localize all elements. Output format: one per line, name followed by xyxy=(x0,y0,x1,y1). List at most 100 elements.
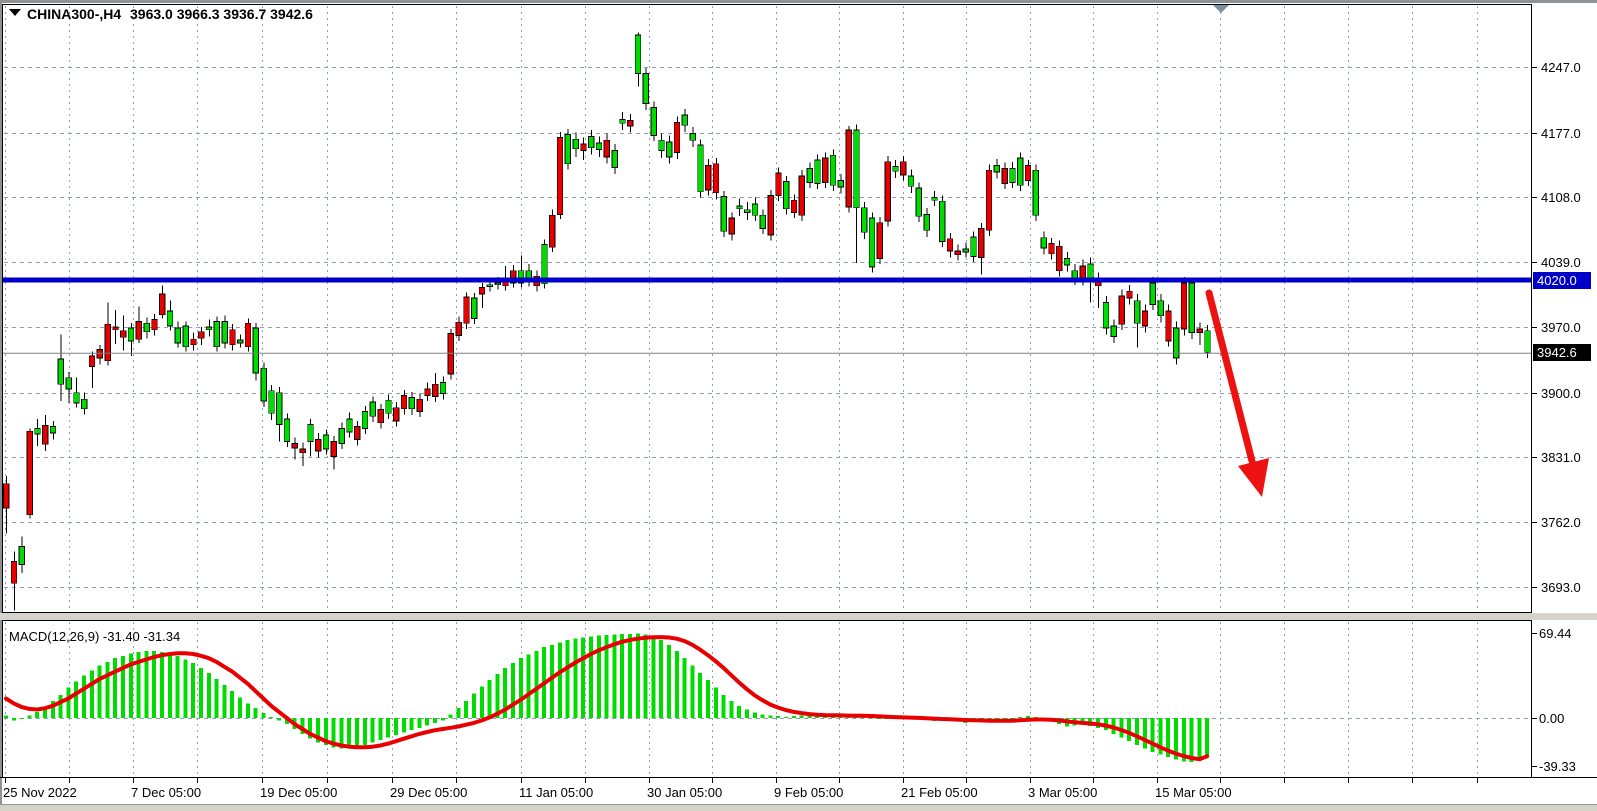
candle-body xyxy=(253,328,259,373)
macd-bar xyxy=(363,718,367,745)
macd-bar xyxy=(168,653,172,718)
candle-body xyxy=(245,323,251,346)
macd-bar xyxy=(527,655,531,718)
macd-bar xyxy=(59,695,63,718)
macd-bar xyxy=(534,651,538,718)
macd-bar xyxy=(659,640,663,718)
candle-body xyxy=(183,326,189,347)
macd-bar xyxy=(698,673,702,718)
macd-bar xyxy=(371,718,375,742)
macd-bar xyxy=(761,714,765,718)
candle-body xyxy=(565,135,571,164)
hline-price-badge-label: 4020.0 xyxy=(1537,273,1577,288)
candle-body xyxy=(908,176,914,186)
candle-body xyxy=(394,408,400,421)
macd-bar xyxy=(230,691,234,718)
time-tick-label: 9 Feb 05:00 xyxy=(774,785,843,800)
candle-body xyxy=(308,425,314,442)
macd-bar xyxy=(729,701,733,718)
macd-bar xyxy=(12,718,16,720)
time-tick-label: 15 Mar 05:00 xyxy=(1155,785,1232,800)
macd-bar xyxy=(347,718,351,749)
macd-tick-label: -39.33 xyxy=(1539,759,1576,774)
macd-tick-label: 0.00 xyxy=(1539,711,1564,726)
macd-bar xyxy=(690,666,694,718)
price-tick-label: 3831.0 xyxy=(1541,450,1581,465)
candle-body xyxy=(604,140,610,157)
candle-body xyxy=(674,122,680,152)
candle-body xyxy=(721,197,727,232)
candle-body xyxy=(152,319,158,329)
candle-body xyxy=(682,115,688,125)
candle-body xyxy=(1002,168,1008,183)
macd-bar xyxy=(449,714,453,718)
candle-body xyxy=(206,327,212,330)
candle-body xyxy=(1127,291,1133,298)
macd-bar xyxy=(269,717,273,718)
candle-body xyxy=(339,428,345,443)
candle-body xyxy=(550,215,556,247)
macd-bar xyxy=(511,663,515,718)
candle-body xyxy=(885,162,891,221)
time-tick-label: 25 Nov 2022 xyxy=(3,785,77,800)
candle-body xyxy=(74,393,80,403)
macd-bar xyxy=(589,636,593,718)
price-tick-label: 3970.0 xyxy=(1541,320,1581,335)
macd-bar xyxy=(238,697,242,718)
time-tick-label: 30 Jan 05:00 xyxy=(647,785,722,800)
candle-body xyxy=(830,155,836,185)
macd-bar xyxy=(261,713,265,718)
chart-plot-area[interactable] xyxy=(3,5,1532,613)
candle-body xyxy=(1072,271,1078,279)
macd-bar xyxy=(74,681,78,718)
macd-bar xyxy=(121,656,125,718)
macd-bar xyxy=(183,659,187,718)
macd-bar xyxy=(683,658,687,718)
candle-body xyxy=(932,197,938,200)
candle-body xyxy=(35,428,41,434)
candle-body xyxy=(1041,238,1047,248)
candle-body xyxy=(994,166,1000,173)
macd-bar xyxy=(745,709,749,718)
macd-bar xyxy=(98,666,102,718)
time-tick-label: 3 Mar 05:00 xyxy=(1028,785,1097,800)
candle-body xyxy=(136,321,142,339)
window-bottom-edge xyxy=(0,804,1597,811)
candle-body xyxy=(1142,311,1148,326)
candle-body xyxy=(269,391,275,414)
macd-bar xyxy=(456,708,460,718)
candle-body xyxy=(378,410,384,423)
macd-bar xyxy=(199,668,203,718)
macd-bar xyxy=(519,658,523,718)
candle-body xyxy=(43,426,49,445)
current-price-badge-label: 3942.6 xyxy=(1537,345,1577,360)
candle-body xyxy=(230,330,236,345)
macd-bar xyxy=(1190,718,1194,762)
time-tick-label: 19 Dec 05:00 xyxy=(260,785,337,800)
candle-body xyxy=(628,121,634,127)
panel-splitter[interactable] xyxy=(0,613,1597,620)
macd-bar xyxy=(66,688,70,719)
macd-bar xyxy=(722,695,726,718)
macd-bar xyxy=(27,716,31,718)
candle-body xyxy=(362,411,368,428)
candle-body xyxy=(807,168,813,182)
macd-bar xyxy=(386,718,390,738)
candle-body xyxy=(4,484,10,508)
candle-body xyxy=(66,378,72,389)
candle-body xyxy=(355,426,361,439)
candle-body xyxy=(620,120,626,124)
candle-body xyxy=(1158,301,1164,316)
candle-body xyxy=(815,160,821,183)
macd-bar xyxy=(488,680,492,718)
candle-body xyxy=(760,215,766,228)
price-tick-label: 4177.0 xyxy=(1541,126,1581,141)
macd-bar xyxy=(581,637,585,718)
candle-body xyxy=(284,419,290,442)
price-tick-label: 3762.0 xyxy=(1541,515,1581,530)
candle-body xyxy=(214,321,220,346)
candle-body xyxy=(729,218,735,234)
candle-body xyxy=(1049,243,1055,253)
candle-body xyxy=(448,334,454,374)
candle-body xyxy=(50,426,56,433)
